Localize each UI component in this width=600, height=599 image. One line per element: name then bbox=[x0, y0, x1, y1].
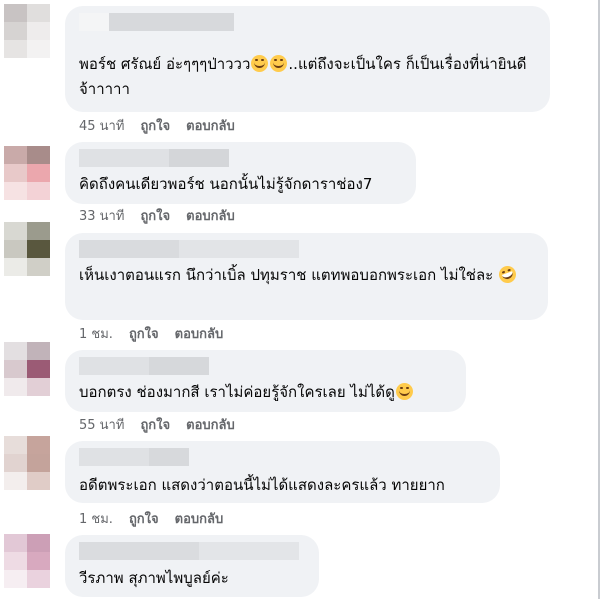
comment-text: พอร์ช ศรัณย์ อ่ะๆๆๆป่าววว ..แต่ถึงจะเป็นใ… bbox=[79, 55, 527, 98]
like-link[interactable]: ถูกใจ bbox=[129, 327, 159, 343]
timestamp[interactable]: 33 นาที bbox=[79, 209, 124, 225]
blurred-author-name[interactable] bbox=[79, 13, 234, 31]
comment-actions: 45 นาที ถูกใจ ตอบกลับ bbox=[79, 119, 235, 135]
reply-link[interactable]: ตอบกลับ bbox=[186, 119, 235, 135]
comment-bubble: บอกตรง ช่องมากสี เราไม่ค่อยรู้จักใครเลย … bbox=[65, 350, 466, 412]
blurred-author-name[interactable] bbox=[79, 542, 299, 560]
reply-link[interactable]: ตอบกลับ bbox=[186, 209, 235, 225]
comment-text: วีรภาพ สุภาพไพบูลย์ค่ะ bbox=[79, 569, 229, 587]
reply-link[interactable]: ตอบกลับ bbox=[186, 418, 235, 434]
comment-text: บอกตรง ช่องมากสี เราไม่ค่อยรู้จักใครเลย … bbox=[79, 380, 456, 405]
like-link[interactable]: ถูกใจ bbox=[140, 418, 170, 434]
sweat-smile-emoji bbox=[395, 383, 413, 400]
avatar[interactable] bbox=[4, 222, 50, 276]
timestamp[interactable]: 1 ชม. bbox=[79, 327, 113, 343]
blurred-author-name[interactable] bbox=[79, 448, 189, 466]
grin-emoji bbox=[251, 55, 269, 72]
comment-actions: 1 ชม. ถูกใจ ตอบกลับ bbox=[79, 327, 223, 343]
comment-text: คิดถึงคนเดียวพอร์ช นอกนั้นไม่รู้จักดาราช… bbox=[79, 175, 373, 193]
like-link[interactable]: ถูกใจ bbox=[140, 209, 170, 225]
comment-bubble: วีรภาพ สุภาพไพบูลย์ค่ะ bbox=[65, 535, 319, 597]
like-link[interactable]: ถูกใจ bbox=[140, 119, 170, 135]
reply-link[interactable]: ตอบกลับ bbox=[175, 512, 224, 528]
blurred-author-name[interactable] bbox=[79, 357, 209, 375]
comment-actions: 55 นาที ถูกใจ ตอบกลับ bbox=[79, 418, 235, 434]
avatar[interactable] bbox=[4, 146, 50, 200]
timestamp[interactable]: 55 นาที bbox=[79, 418, 124, 434]
comment-text: เห็นเงาตอนแรก นึกว่าเบิ้ล ปทุมราช แตทพอบ… bbox=[79, 263, 538, 288]
blurred-author-name[interactable] bbox=[79, 149, 229, 167]
like-link[interactable]: ถูกใจ bbox=[129, 512, 159, 528]
blurred-author-name[interactable] bbox=[79, 240, 299, 258]
comment-text: อดีตพระเอก แสดงว่าตอนนี้ไม่ได้แสดงละครแล… bbox=[79, 476, 445, 494]
avatar[interactable] bbox=[4, 534, 50, 588]
comment-bubble: พอร์ช ศรัณย์ อ่ะๆๆๆป่าววว ..แต่ถึงจะเป็นใ… bbox=[65, 6, 550, 112]
grin-emoji bbox=[270, 55, 288, 72]
reply-link[interactable]: ตอบกลับ bbox=[175, 327, 224, 343]
comment-bubble: เห็นเงาตอนแรก นึกว่าเบิ้ล ปทุมราช แตทพอบ… bbox=[65, 233, 548, 320]
timestamp[interactable]: 1 ชม. bbox=[79, 512, 113, 528]
timestamp[interactable]: 45 นาที bbox=[79, 119, 124, 135]
avatar[interactable] bbox=[4, 436, 50, 490]
rofl-emoji bbox=[496, 263, 519, 286]
comment-actions: 33 นาที ถูกใจ ตอบกลับ bbox=[79, 209, 235, 225]
avatar[interactable] bbox=[4, 342, 50, 396]
comment-actions: 1 ชม. ถูกใจ ตอบกลับ bbox=[79, 512, 223, 528]
avatar[interactable] bbox=[4, 4, 50, 58]
comment-bubble: คิดถึงคนเดียวพอร์ช นอกนั้นไม่รู้จักดาราช… bbox=[65, 142, 416, 204]
comment-bubble: อดีตพระเอก แสดงว่าตอนนี้ไม่ได้แสดงละครแล… bbox=[65, 441, 500, 503]
